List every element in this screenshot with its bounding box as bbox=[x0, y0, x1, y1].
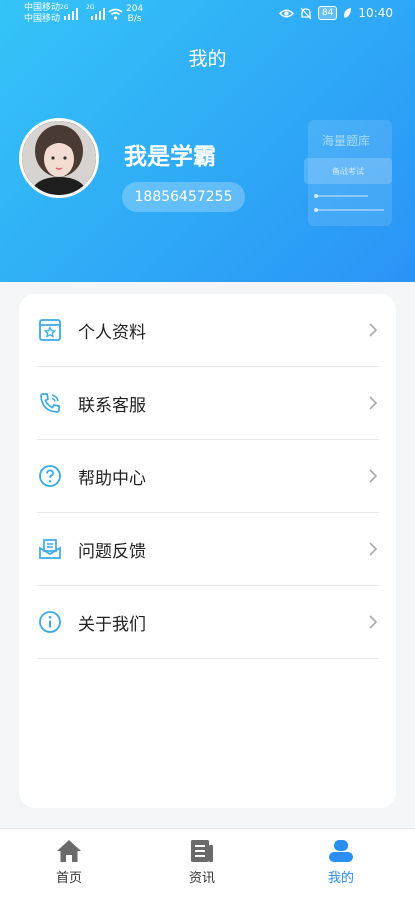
username: 我是学霸 bbox=[124, 144, 216, 170]
question-icon bbox=[37, 463, 63, 489]
status-right: 84 10:40 bbox=[278, 6, 393, 20]
tab-label: 资讯 bbox=[188, 871, 215, 886]
chevron-right-icon bbox=[369, 323, 378, 337]
chevron-right-icon bbox=[369, 542, 378, 556]
menu-item-profile[interactable]: 个人资料 bbox=[37, 294, 379, 367]
tab-mine[interactable]: 我的 bbox=[301, 839, 381, 886]
chevron-right-icon bbox=[369, 469, 378, 483]
menu-item-label: 关于我们 bbox=[78, 614, 146, 635]
menu-item-label: 联系客服 bbox=[78, 395, 146, 416]
menu-item-label: 个人资料 bbox=[78, 322, 146, 343]
menu-item-help-center[interactable]: 帮助中心 bbox=[37, 440, 379, 513]
news-icon bbox=[191, 840, 213, 862]
home-icon bbox=[57, 840, 81, 862]
decor-text-1: 海量题库 bbox=[322, 134, 371, 148]
carrier-1: 中国移动 bbox=[24, 3, 61, 13]
menu-item-label: 帮助中心 bbox=[78, 468, 146, 489]
clock: 10:40 bbox=[358, 6, 393, 20]
decor-text-2: 备战考试 bbox=[332, 167, 364, 176]
speed-value: 204 bbox=[126, 4, 144, 14]
avatar-image bbox=[22, 121, 96, 195]
mute-bell-icon bbox=[300, 7, 312, 19]
chevron-right-icon bbox=[369, 615, 378, 629]
wifi-icon bbox=[108, 8, 123, 20]
menu-item-contact-service[interactable]: 联系客服 bbox=[37, 367, 379, 440]
user-icon bbox=[329, 840, 353, 862]
net-badge-1: 2G bbox=[60, 4, 69, 11]
profile-card-icon bbox=[37, 317, 63, 343]
avatar[interactable] bbox=[19, 118, 99, 198]
menu-item-label: 问题反馈 bbox=[78, 541, 146, 562]
speed-unit: B/s bbox=[127, 14, 142, 24]
menu-card: 个人资料 联系客服 帮助中心 问题反馈 关于我们 bbox=[19, 294, 396, 808]
bottom-tab-bar: 首页 资讯 我的 bbox=[0, 828, 415, 900]
leaf-icon bbox=[344, 8, 352, 18]
tab-news[interactable]: 资讯 bbox=[162, 839, 242, 886]
net-speed: 204 B/s bbox=[126, 4, 143, 24]
net-badge-2: 2G bbox=[86, 4, 95, 11]
carrier-2: 中国移动 bbox=[24, 14, 61, 24]
battery-indicator: 84 bbox=[317, 6, 338, 20]
menu-item-feedback[interactable]: 问题反馈 bbox=[37, 513, 379, 586]
page-title: 我的 bbox=[188, 48, 227, 70]
carrier-info: 中国移动 中国移动 bbox=[24, 3, 60, 25]
info-icon bbox=[37, 609, 63, 635]
tab-home[interactable]: 首页 bbox=[29, 839, 109, 886]
feedback-icon bbox=[37, 536, 63, 562]
phone-number: 18856457255 bbox=[122, 182, 245, 212]
question-bank-illustration: 海量题库 备战考试 bbox=[304, 118, 396, 228]
chevron-right-icon bbox=[369, 396, 378, 410]
menu-item-about-us[interactable]: 关于我们 bbox=[37, 586, 379, 659]
status-bar: 中国移动 中国移动 2G 2G 204 B/s 84 10:40 bbox=[0, 0, 415, 30]
eye-icon bbox=[278, 9, 294, 17]
tab-label: 首页 bbox=[55, 871, 82, 886]
tab-label: 我的 bbox=[327, 871, 354, 886]
phone-icon bbox=[37, 390, 63, 416]
profile-header: 中国移动 中国移动 2G 2G 204 B/s 84 10:40 我的 我是学霸… bbox=[0, 0, 415, 282]
